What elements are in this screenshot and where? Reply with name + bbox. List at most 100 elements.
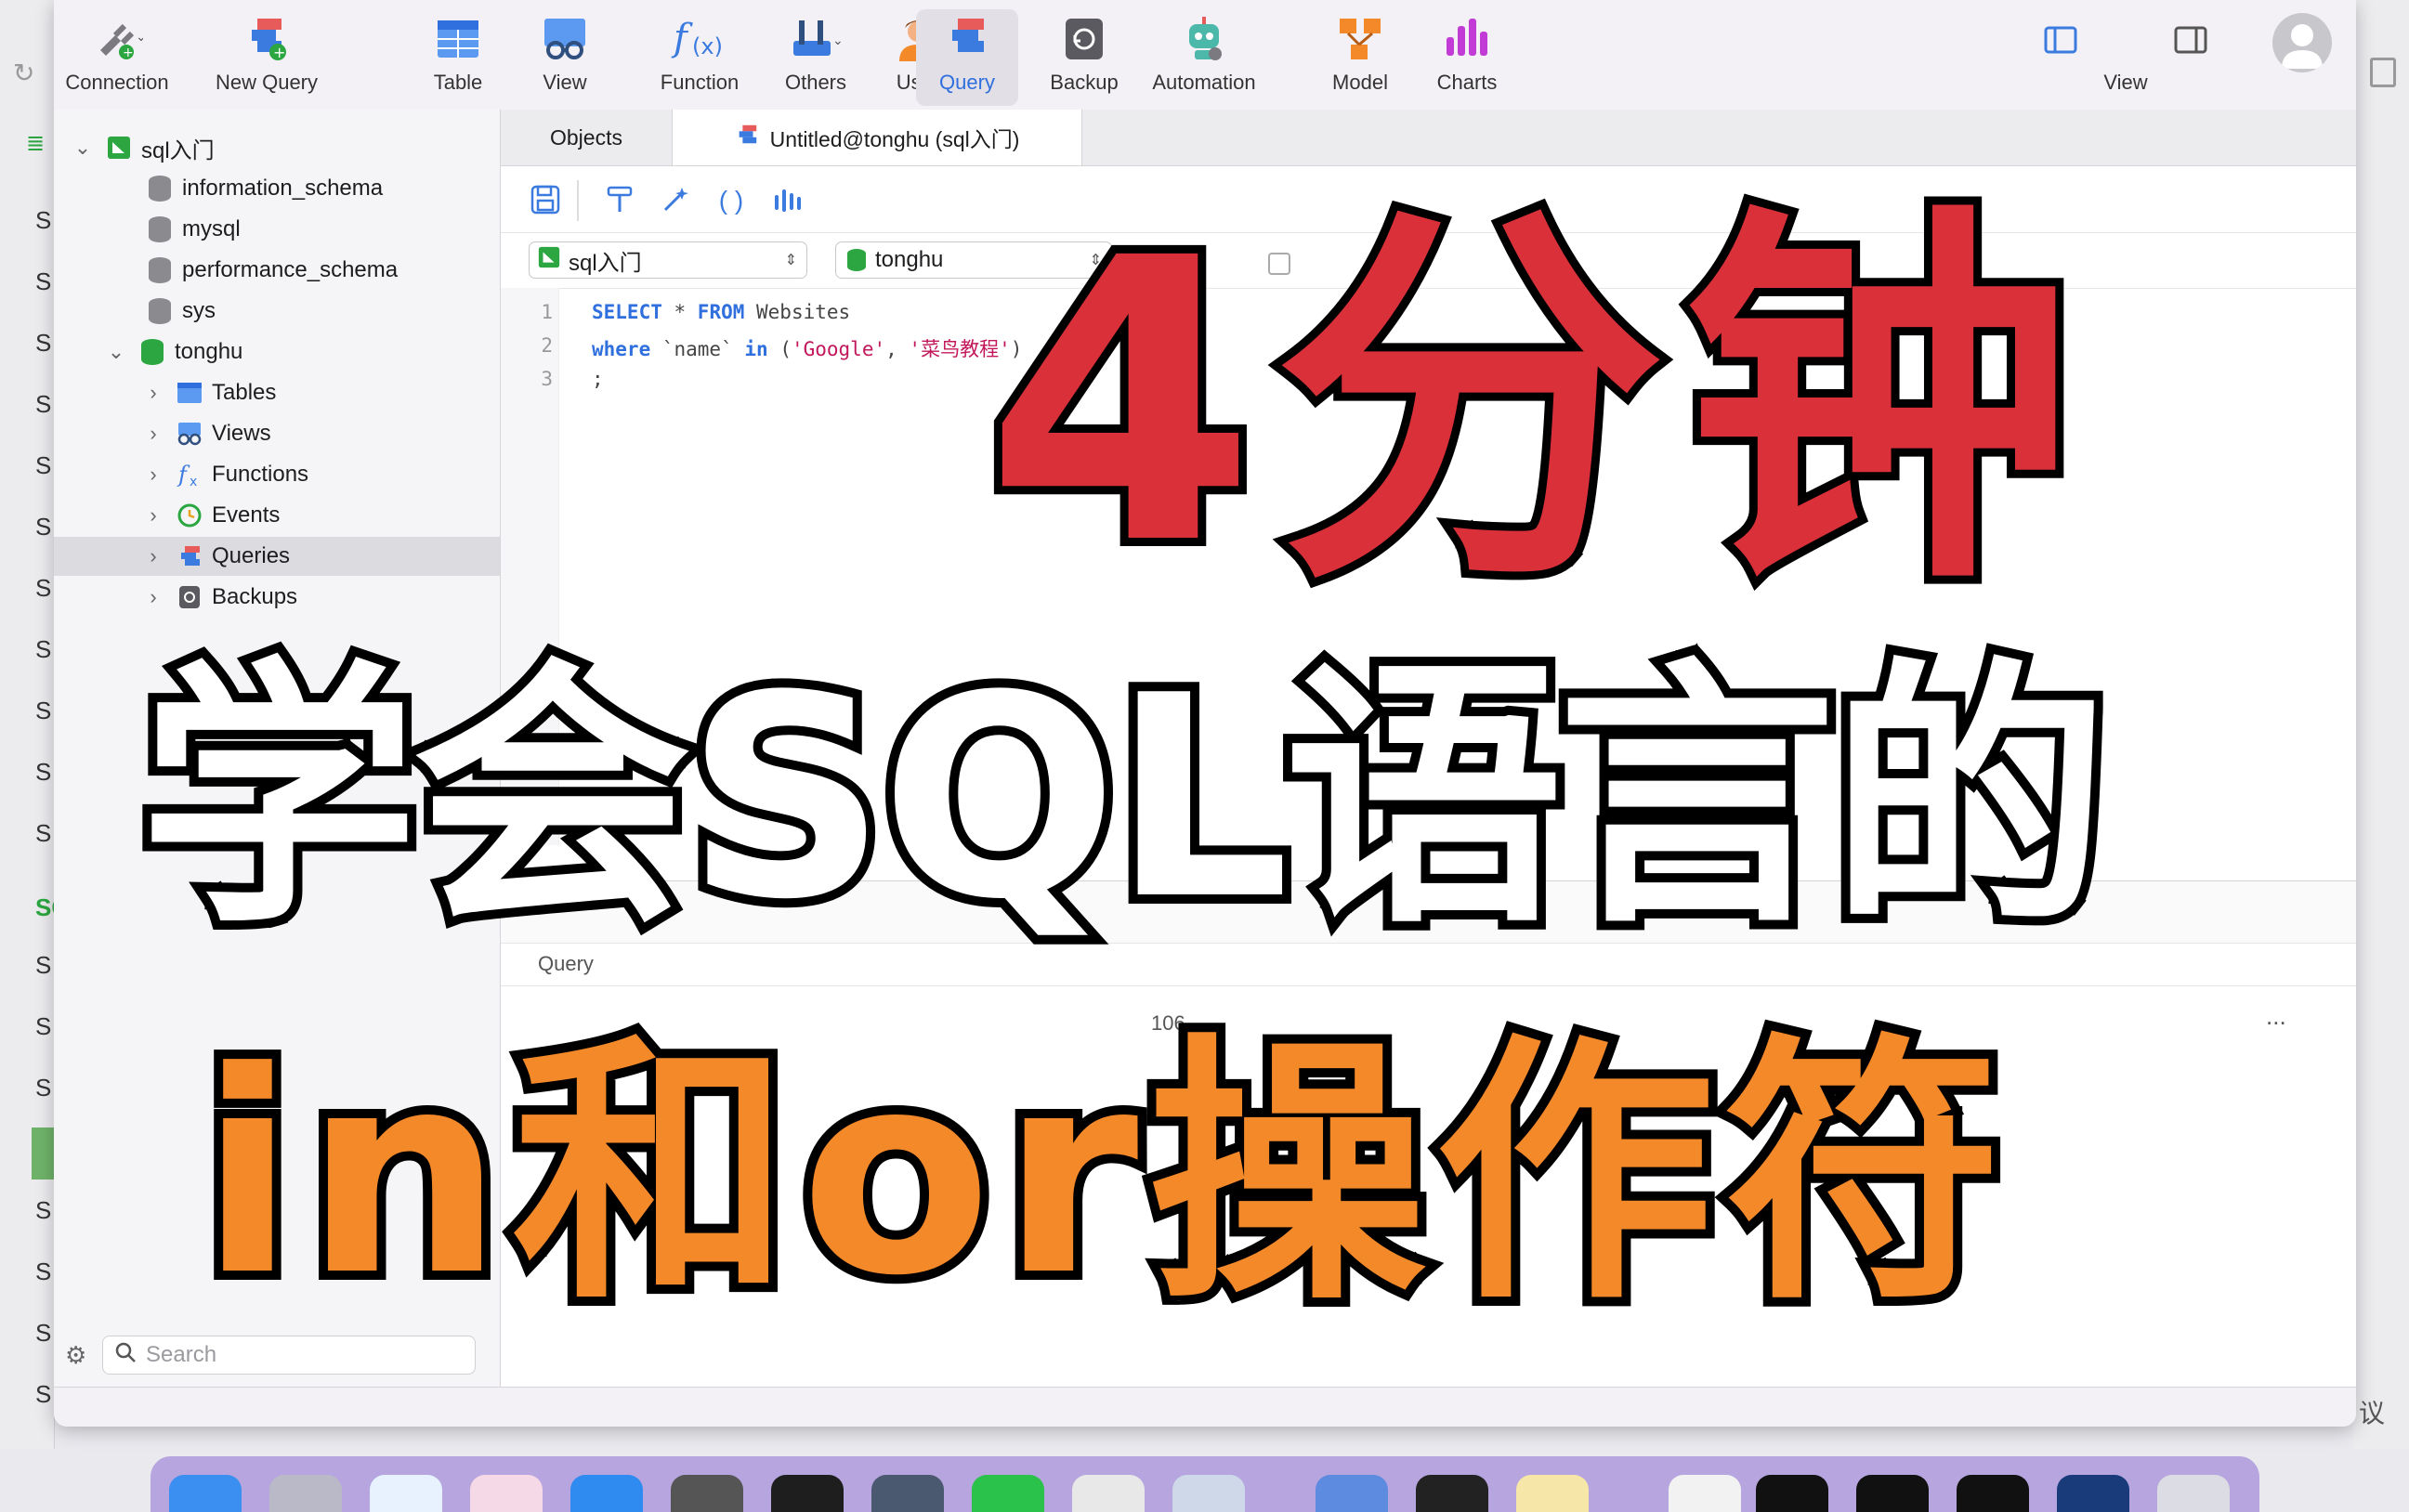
- overlay-title-line-2: 学会SQL语言的: [130, 636, 2118, 960]
- tree-label: Events: [212, 502, 281, 528]
- mysql-dock-icon[interactable]: [871, 1475, 944, 1512]
- others-button[interactable]: ⌄ Others: [760, 9, 871, 106]
- chevron-right-icon[interactable]: ›: [143, 381, 164, 405]
- chevron-right-icon[interactable]: ›: [143, 503, 164, 528]
- connection-select[interactable]: sql入门 ⇕: [529, 241, 807, 279]
- clock-icon: [177, 502, 203, 528]
- chrome-dock-icon[interactable]: [1072, 1475, 1145, 1512]
- terminal-dock-icon[interactable]: [1416, 1475, 1488, 1512]
- tree-item-connection[interactable]: ⌄ sql入门: [72, 128, 481, 167]
- new-query-button[interactable]: + New Query: [206, 9, 327, 106]
- navicat-dock-icon[interactable]: [1316, 1475, 1388, 1512]
- database-label: performance_schema: [182, 257, 399, 282]
- list-item: S: [35, 513, 52, 541]
- connection-button[interactable]: + ⌄ Connection: [61, 9, 173, 106]
- wechat-dock-icon[interactable]: [972, 1475, 1044, 1512]
- tree-item-database[interactable]: mysql: [147, 210, 241, 249]
- view-label: View: [543, 71, 587, 94]
- beautify-wand-icon[interactable]: [659, 184, 692, 217]
- database-label: information_schema: [182, 176, 384, 201]
- tree-item-backups[interactable]: › Backups: [143, 578, 297, 617]
- window-dock-icon[interactable]: [2057, 1475, 2129, 1512]
- tree-item-events[interactable]: › Events: [143, 496, 280, 535]
- save-icon[interactable]: [529, 184, 562, 217]
- chevron-right-icon[interactable]: ›: [143, 544, 164, 568]
- model-button[interactable]: Model: [1314, 9, 1407, 106]
- settings-dock-icon[interactable]: [671, 1475, 743, 1512]
- sql-text: Websites: [744, 301, 851, 323]
- tree-item-queries[interactable]: › Queries: [54, 537, 500, 576]
- automation-button[interactable]: Automation: [1130, 9, 1278, 106]
- tree-item-views[interactable]: › Views: [143, 414, 270, 453]
- table-button[interactable]: Table: [407, 9, 509, 106]
- svg-text:f: f: [671, 17, 693, 59]
- charts-button[interactable]: Charts: [1416, 9, 1518, 106]
- list-item: S: [35, 1196, 52, 1224]
- list-item: S: [35, 206, 52, 234]
- window-dock-icon[interactable]: [1756, 1475, 1828, 1512]
- new-query-label: New Query: [215, 71, 319, 94]
- chevron-right-icon[interactable]: ›: [143, 463, 164, 487]
- list-item: S: [35, 1012, 52, 1040]
- sublime-dock-icon[interactable]: [771, 1475, 844, 1512]
- window-dock-icon[interactable]: [1856, 1475, 1929, 1512]
- sql-text: `name`: [650, 338, 745, 360]
- tree-item-tables[interactable]: › Tables: [143, 373, 276, 412]
- trash-dock-icon[interactable]: [2157, 1475, 2230, 1512]
- safari-dock-icon[interactable]: [370, 1475, 442, 1512]
- others-label: Others: [784, 71, 847, 94]
- launchpad-dock-icon[interactable]: [269, 1475, 342, 1512]
- app-dock-icon[interactable]: [1172, 1475, 1245, 1512]
- view-icon: [535, 9, 595, 69]
- chevron-right-icon[interactable]: ›: [143, 422, 164, 446]
- database-label: mysql: [182, 216, 241, 241]
- photos-dock-icon[interactable]: [470, 1475, 543, 1512]
- tab-query-editor[interactable]: Untitled@tonghu (sql入门): [672, 110, 1082, 165]
- function-button[interactable]: f (x) Function: [648, 9, 751, 106]
- finder-dock-icon[interactable]: [169, 1475, 242, 1512]
- function-label: Function: [660, 71, 740, 94]
- sql-text: *: [661, 301, 698, 323]
- tree-label: Backups: [212, 584, 298, 609]
- avatar[interactable]: [2272, 13, 2332, 72]
- tree-label: Queries: [212, 543, 291, 568]
- notes-dock-icon[interactable]: [1516, 1475, 1589, 1512]
- parentheses-icon[interactable]: ( ): [714, 184, 748, 217]
- status-bar: [54, 1387, 2356, 1427]
- connection-label: sql入门: [141, 137, 215, 163]
- svg-text:f: f: [177, 462, 190, 488]
- code-line-3: ;: [592, 368, 604, 390]
- tree-item-database[interactable]: performance_schema: [147, 251, 398, 290]
- list-item: S: [35, 451, 52, 479]
- tab-objects[interactable]: Objects: [501, 110, 672, 165]
- panel-icon[interactable]: [2370, 58, 2396, 87]
- view-toggle-label: View: [2103, 71, 2148, 94]
- filter-icon[interactable]: ⚙: [65, 1341, 86, 1370]
- chevron-right-icon[interactable]: ›: [143, 585, 164, 609]
- robot-icon: [1174, 9, 1234, 69]
- format-icon[interactable]: [603, 184, 636, 217]
- tree-item-database[interactable]: sys: [147, 292, 216, 331]
- document-dock-icon[interactable]: [1669, 1475, 1741, 1512]
- tree-item-database-tonghu[interactable]: ⌄ tonghu: [106, 332, 242, 371]
- backup-button[interactable]: Backup: [1033, 9, 1135, 106]
- more-icon[interactable]: ...: [2266, 1002, 2286, 1031]
- appstore-dock-icon[interactable]: [570, 1475, 643, 1512]
- chevron-down-icon[interactable]: ⌄: [106, 340, 126, 364]
- window-dock-icon[interactable]: [1957, 1475, 2029, 1512]
- search-input[interactable]: Search: [102, 1336, 476, 1375]
- connection-label: Connection: [65, 71, 169, 94]
- view-button[interactable]: View: [518, 9, 611, 106]
- tree-item-database[interactable]: information_schema: [147, 169, 383, 208]
- table-label: Table: [433, 71, 483, 94]
- sql-keyword: SELECT: [592, 301, 662, 323]
- explain-chart-icon[interactable]: [770, 184, 804, 217]
- tab-objects-label: Objects: [550, 124, 622, 150]
- query-button[interactable]: Query: [916, 9, 1018, 106]
- sidebar-left-toggle-icon[interactable]: [2042, 20, 2079, 58]
- tree-item-functions[interactable]: › fx Functions: [143, 455, 308, 494]
- chevron-down-icon[interactable]: ⌄: [72, 136, 93, 160]
- refresh-icon[interactable]: ↻: [13, 58, 34, 88]
- sidebar-right-toggle-icon[interactable]: [2172, 20, 2209, 58]
- backup-icon: [1054, 9, 1114, 69]
